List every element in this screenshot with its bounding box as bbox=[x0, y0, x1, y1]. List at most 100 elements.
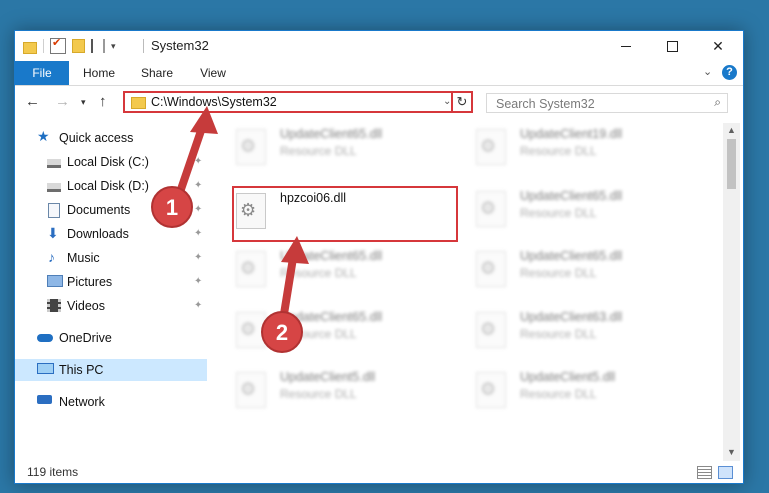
file-item[interactable]: UpdateClient65.dll Resource DLL bbox=[470, 185, 700, 235]
sidebar-item-label: Videos bbox=[67, 299, 105, 313]
file-item[interactable]: UpdateClient5.dll Resource DLL bbox=[230, 366, 460, 416]
sidebar-item-label: Documents bbox=[67, 203, 131, 217]
sidebar-item-local-disk-c[interactable]: Local Disk (C:) ✦ bbox=[15, 151, 207, 173]
quick-access-toolbar: ▾ bbox=[23, 36, 116, 54]
scroll-up-icon[interactable]: ▲ bbox=[727, 125, 736, 135]
address-bar[interactable]: C:\Windows\System32 ⌄ bbox=[123, 91, 471, 113]
minimize-icon bbox=[621, 45, 631, 47]
search-icon: ⌕ bbox=[714, 95, 721, 109]
file-type: Resource DLL bbox=[280, 144, 357, 158]
dll-file-icon bbox=[236, 129, 266, 165]
sidebar-item-label: Downloads bbox=[67, 227, 129, 241]
folder-icon bbox=[131, 97, 146, 109]
file-name: UpdateClient65.dll bbox=[520, 189, 623, 203]
dll-file-icon bbox=[236, 372, 266, 408]
file-type: Resource DLL bbox=[520, 206, 597, 220]
navigation-bar: ← → ▾ ↑ C:\Windows\System32 ⌄ ↻ ⌕ bbox=[15, 86, 743, 120]
forward-arrow-icon[interactable]: → bbox=[55, 93, 70, 110]
search-box[interactable]: ⌕ bbox=[486, 93, 728, 113]
file-name: UpdateClient65.dll bbox=[280, 310, 383, 324]
item-count: 119 items bbox=[27, 465, 79, 479]
title-bar: ▾ System32 ✕ bbox=[15, 31, 743, 61]
back-arrow-icon[interactable]: ← bbox=[25, 93, 40, 110]
refresh-button[interactable]: ↻ bbox=[451, 91, 473, 113]
dll-file-icon bbox=[476, 129, 506, 165]
explorer-window: ▾ System32 ✕ File Home Share View ⌄ ? ← … bbox=[14, 30, 744, 484]
sidebar-item-label: Local Disk (C:) bbox=[67, 155, 149, 169]
dll-file-icon bbox=[236, 251, 266, 287]
recent-locations-icon[interactable]: ▾ bbox=[81, 97, 86, 108]
sidebar-item-downloads[interactable]: ⬇ Downloads ✦ bbox=[15, 223, 207, 245]
pin-icon: ✦ bbox=[194, 252, 203, 263]
file-name: UpdateClient63.dll bbox=[520, 310, 623, 324]
file-item[interactable]: UpdateClient65.dll Resource DLL bbox=[230, 123, 460, 173]
sidebar-item-this-pc[interactable]: This PC bbox=[15, 359, 207, 381]
vertical-scrollbar[interactable]: ▲ ▼ bbox=[723, 123, 740, 461]
tab-share[interactable]: Share bbox=[135, 61, 179, 85]
file-item[interactable]: UpdateClient65.dll Resource DLL bbox=[230, 306, 460, 356]
expand-ribbon-icon[interactable]: ⌄ bbox=[703, 65, 712, 78]
file-name: UpdateClient5.dll bbox=[280, 370, 376, 384]
sidebar-item-music[interactable]: ♪ Music ✦ bbox=[15, 247, 207, 269]
scrollbar-thumb[interactable] bbox=[727, 139, 736, 189]
dll-file-icon bbox=[236, 312, 266, 348]
large-icons-view-icon[interactable] bbox=[718, 466, 733, 479]
sidebar-item-quick-access[interactable]: ★ Quick access bbox=[15, 127, 207, 149]
file-item[interactable]: UpdateClient65.dll Resource DLL bbox=[230, 245, 460, 295]
window-title: System32 bbox=[151, 38, 209, 53]
search-input[interactable] bbox=[494, 95, 698, 113]
help-icon[interactable]: ? bbox=[722, 65, 737, 80]
minimize-button[interactable] bbox=[603, 31, 649, 61]
sidebar-item-label: Local Disk (D:) bbox=[67, 179, 149, 193]
videos-icon bbox=[47, 299, 61, 312]
new-folder-icon[interactable] bbox=[72, 39, 85, 53]
scroll-down-icon[interactable]: ▼ bbox=[727, 447, 736, 457]
sidebar-item-onedrive[interactable]: OneDrive bbox=[15, 327, 207, 349]
file-type: Resource DLL bbox=[280, 327, 357, 341]
file-item[interactable]: UpdateClient65.dll Resource DLL bbox=[470, 245, 700, 295]
folder-icon bbox=[23, 41, 37, 54]
file-type: Resource DLL bbox=[280, 266, 357, 280]
disk-icon bbox=[47, 183, 61, 192]
downloads-icon: ⬇ bbox=[47, 225, 59, 241]
address-path[interactable]: C:\Windows\System32 bbox=[151, 95, 277, 109]
sidebar-item-network[interactable]: Network bbox=[15, 391, 207, 413]
details-view-icon[interactable] bbox=[697, 466, 712, 479]
sidebar-item-local-disk-d[interactable]: Local Disk (D:) ✦ bbox=[15, 175, 207, 197]
navigation-pane: ★ Quick access Local Disk (C:) ✦ Local D… bbox=[15, 123, 207, 453]
sidebar-item-label: Music bbox=[67, 251, 100, 265]
maximize-button[interactable] bbox=[649, 31, 695, 61]
close-icon: ✕ bbox=[712, 37, 724, 54]
sidebar-item-label: Network bbox=[59, 395, 105, 409]
sidebar-item-videos[interactable]: Videos ✦ bbox=[15, 295, 207, 317]
tab-file[interactable]: File bbox=[15, 61, 69, 85]
network-icon bbox=[37, 395, 52, 404]
sidebar-item-label: Pictures bbox=[67, 275, 113, 289]
sidebar-item-label: Quick access bbox=[59, 131, 134, 145]
file-type: Resource DLL bbox=[520, 327, 597, 341]
sidebar-item-label: OneDrive bbox=[59, 331, 112, 345]
divider bbox=[143, 39, 144, 53]
file-type: Resource DLL bbox=[280, 387, 357, 401]
up-arrow-icon[interactable]: ↑ bbox=[99, 93, 107, 110]
pin-icon: ✦ bbox=[194, 156, 203, 167]
file-name: UpdateClient65.dll bbox=[280, 127, 383, 141]
pin-icon: ✦ bbox=[194, 180, 203, 191]
onedrive-icon bbox=[37, 334, 53, 342]
file-item[interactable]: UpdateClient19.dll Resource DLL bbox=[470, 123, 700, 173]
tab-view[interactable]: View bbox=[191, 61, 235, 85]
properties-icon[interactable] bbox=[50, 36, 66, 54]
close-button[interactable]: ✕ bbox=[695, 31, 741, 61]
sidebar-item-documents[interactable]: Documents ✦ bbox=[15, 199, 207, 221]
customize-toolbar-icon[interactable]: ▾ bbox=[111, 41, 116, 52]
file-list: UpdateClient65.dll Resource DLL hpzcoi06… bbox=[208, 123, 718, 453]
file-highlight-box bbox=[232, 186, 458, 242]
pin-icon: ✦ bbox=[194, 204, 203, 215]
file-name: UpdateClient65.dll bbox=[520, 249, 623, 263]
tab-home[interactable]: Home bbox=[77, 61, 121, 85]
file-item[interactable]: UpdateClient63.dll Resource DLL bbox=[470, 306, 700, 356]
file-item[interactable]: UpdateClient5.dll Resource DLL bbox=[470, 366, 700, 416]
sidebar-item-pictures[interactable]: Pictures ✦ bbox=[15, 271, 207, 293]
view-icon[interactable] bbox=[91, 39, 105, 53]
pin-icon: ✦ bbox=[194, 300, 203, 311]
